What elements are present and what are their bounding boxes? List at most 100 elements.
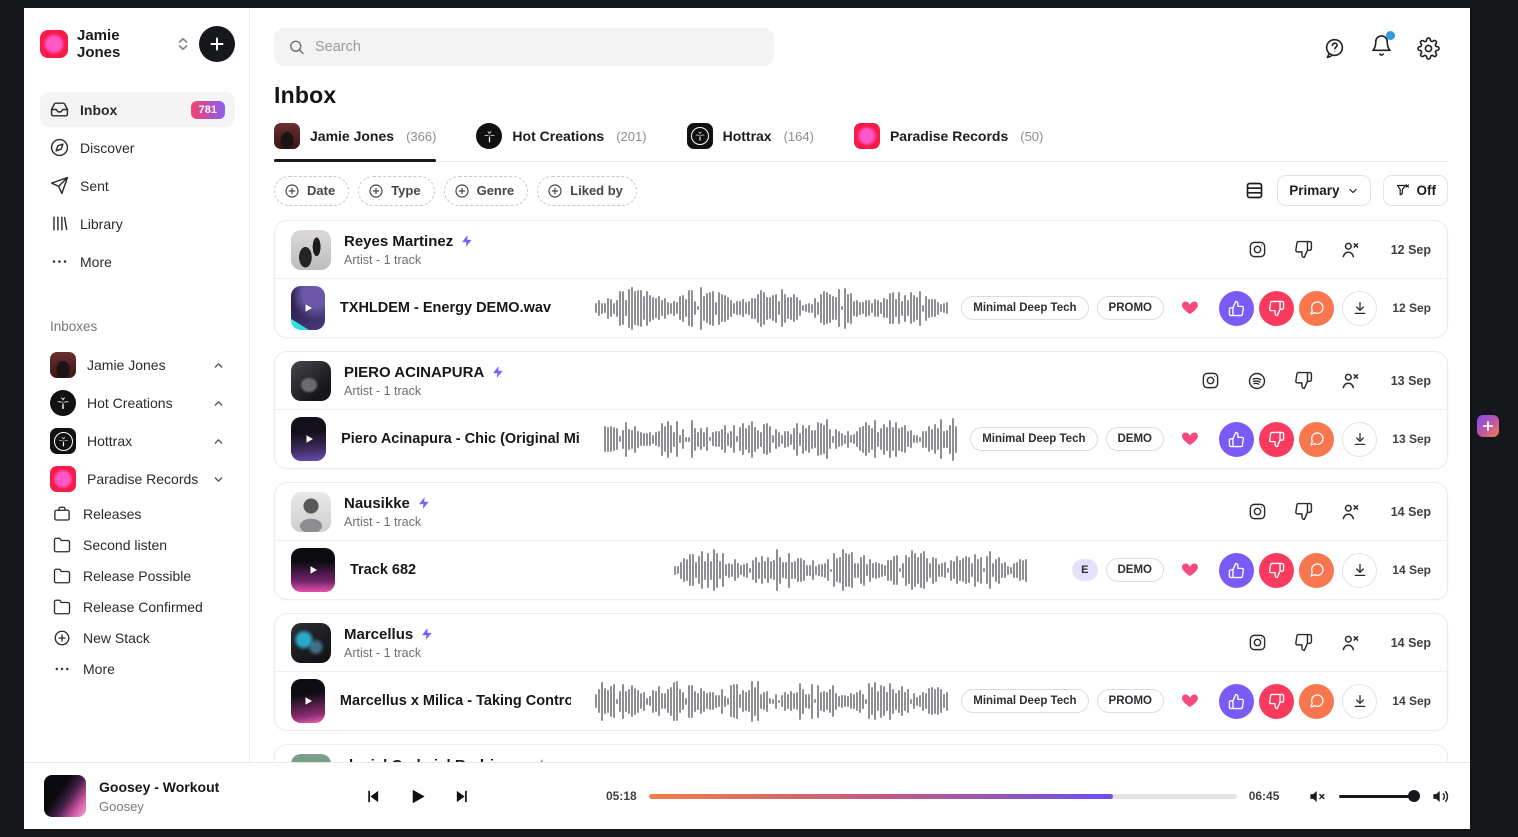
instagram-icon[interactable] bbox=[1248, 502, 1267, 521]
filter-chip-liked-by[interactable]: Liked by bbox=[537, 176, 637, 206]
next-track-button[interactable] bbox=[454, 788, 471, 805]
filter-toggle-button[interactable]: Off bbox=[1383, 175, 1449, 206]
instagram-icon[interactable] bbox=[1248, 240, 1267, 259]
sidebar-folder-releases[interactable]: Releases bbox=[40, 498, 235, 529]
dislike-button[interactable] bbox=[1259, 684, 1294, 719]
comment-button[interactable] bbox=[1299, 684, 1334, 719]
artist-avatar bbox=[291, 361, 331, 401]
heart-icon[interactable] bbox=[1180, 298, 1200, 318]
play-track-button[interactable] bbox=[291, 679, 325, 723]
sidebar-item-more[interactable]: More bbox=[40, 244, 235, 279]
like-button[interactable] bbox=[1219, 291, 1254, 326]
remove-person-icon[interactable] bbox=[1340, 502, 1360, 522]
waveform[interactable] bbox=[604, 416, 962, 462]
sort-chevrons-icon bbox=[176, 36, 190, 52]
sidebar-folder-release-possible[interactable]: Release Possible bbox=[40, 560, 235, 591]
mute-icon[interactable] bbox=[1308, 787, 1327, 806]
track-row[interactable]: Piero Acinapura - Chic (Original Mix) Mi… bbox=[275, 409, 1447, 468]
artist-row[interactable]: daniel Carbajal Rodriguez Artist - 1 tra… bbox=[275, 745, 1447, 762]
artist-row[interactable]: Nausikke Artist - 1 track 14 Sep bbox=[275, 483, 1447, 540]
download-button[interactable] bbox=[1342, 553, 1377, 588]
download-button[interactable] bbox=[1342, 422, 1377, 457]
seek-bar[interactable] bbox=[649, 794, 1237, 799]
download-button[interactable] bbox=[1342, 684, 1377, 719]
sidebar-item-discover[interactable]: Discover bbox=[40, 130, 235, 165]
waveform[interactable] bbox=[674, 547, 1032, 593]
tab-hot-creations[interactable]: Hot Creations (201) bbox=[476, 123, 646, 161]
settings-gear-icon[interactable] bbox=[1417, 37, 1440, 60]
add-button[interactable] bbox=[199, 26, 235, 62]
thumbs-down-icon[interactable] bbox=[1294, 371, 1313, 390]
volume-icon[interactable] bbox=[1431, 787, 1450, 806]
comment-button[interactable] bbox=[1299, 291, 1334, 326]
thumbs-down-icon bbox=[1268, 300, 1285, 317]
dislike-button[interactable] bbox=[1259, 553, 1294, 588]
play-icon bbox=[302, 302, 314, 314]
floating-add-button[interactable] bbox=[1477, 415, 1499, 437]
filter-chip-date[interactable]: Date bbox=[274, 176, 349, 206]
play-track-button[interactable] bbox=[291, 417, 326, 461]
download-button[interactable] bbox=[1342, 291, 1377, 326]
like-button[interactable] bbox=[1219, 684, 1254, 719]
thumbs-down-icon[interactable] bbox=[1294, 240, 1313, 259]
remove-person-icon[interactable] bbox=[1340, 240, 1360, 260]
tab-paradise-records[interactable]: Paradise Records (50) bbox=[854, 123, 1043, 161]
remove-person-icon[interactable] bbox=[1340, 633, 1360, 653]
artist-row[interactable]: Reyes Martinez Artist - 1 track 12 Sep bbox=[275, 221, 1447, 278]
previous-track-button[interactable] bbox=[364, 788, 381, 805]
track-row[interactable]: Marcellus x Milica - Taking Control (Gro… bbox=[275, 671, 1447, 730]
remove-person-icon[interactable] bbox=[1340, 371, 1360, 391]
filter-chip-genre[interactable]: Genre bbox=[444, 176, 529, 206]
track-row[interactable]: TXHLDEM - Energy DEMO.wav Minimal Deep T… bbox=[275, 278, 1447, 337]
sidebar-new-stack[interactable]: New Stack bbox=[40, 622, 235, 653]
volume-knob[interactable] bbox=[1408, 790, 1420, 802]
chevron-up-icon[interactable] bbox=[212, 435, 225, 448]
heart-icon[interactable] bbox=[1180, 429, 1200, 449]
chevron-down-icon[interactable] bbox=[212, 473, 225, 486]
chevron-up-icon[interactable] bbox=[212, 397, 225, 410]
instagram-icon[interactable] bbox=[1201, 371, 1220, 390]
comment-button[interactable] bbox=[1299, 422, 1334, 457]
artist-row[interactable]: Marcellus Artist - 1 track 14 Sep bbox=[275, 614, 1447, 671]
list-view-icon[interactable] bbox=[1244, 180, 1265, 201]
view-dropdown[interactable]: Primary bbox=[1277, 175, 1370, 206]
waveform[interactable] bbox=[595, 678, 953, 724]
artist-row[interactable]: PIERO ACINAPURA Artist - 1 track 13 Sep bbox=[275, 352, 1447, 409]
sidebar-inbox-jamie-jones[interactable]: Jamie Jones bbox=[40, 346, 235, 384]
play-track-button[interactable] bbox=[291, 286, 325, 330]
sidebar-item-sent[interactable]: Sent bbox=[40, 168, 235, 203]
sidebar-inbox-paradise-records[interactable]: Paradise Records bbox=[40, 460, 235, 498]
sidebar-inbox-hot-creations[interactable]: Hot Creations bbox=[40, 384, 235, 422]
dislike-button[interactable] bbox=[1259, 422, 1294, 457]
thumbs-down-icon[interactable] bbox=[1294, 633, 1313, 652]
track-row[interactable]: Track 682 E DEMO 14 Sep bbox=[275, 540, 1447, 599]
chevron-up-icon[interactable] bbox=[212, 359, 225, 372]
filter-chip-type[interactable]: Type bbox=[358, 176, 434, 206]
sidebar-inbox-hottrax[interactable]: Hottrax bbox=[40, 422, 235, 460]
sidebar-folder-second-listen[interactable]: Second listen bbox=[40, 529, 235, 560]
play-track-button[interactable] bbox=[291, 548, 335, 592]
help-icon[interactable] bbox=[1323, 37, 1346, 60]
sidebar-folder-release-confirmed[interactable]: Release Confirmed bbox=[40, 591, 235, 622]
comment-button[interactable] bbox=[1299, 553, 1334, 588]
like-button[interactable] bbox=[1219, 422, 1254, 457]
heart-icon[interactable] bbox=[1180, 691, 1200, 711]
tab-jamie-jones[interactable]: Jamie Jones (366) bbox=[274, 123, 436, 161]
search-input[interactable] bbox=[315, 39, 760, 55]
dislike-button[interactable] bbox=[1259, 291, 1294, 326]
sidebar-item-library[interactable]: Library bbox=[40, 206, 235, 241]
workspace-switcher[interactable]: Jamie Jones bbox=[40, 26, 235, 62]
sidebar-item-inbox[interactable]: Inbox 781 bbox=[40, 92, 235, 127]
artist-name: Reyes Martinez bbox=[344, 233, 453, 250]
heart-icon[interactable] bbox=[1180, 560, 1200, 580]
play-button[interactable] bbox=[408, 787, 427, 806]
tab-hottrax[interactable]: Hottrax (164) bbox=[687, 123, 814, 161]
instagram-icon[interactable] bbox=[1248, 633, 1267, 652]
like-button[interactable] bbox=[1219, 553, 1254, 588]
sidebar-folder-more[interactable]: More bbox=[40, 653, 235, 684]
volume-slider[interactable] bbox=[1339, 795, 1419, 798]
waveform[interactable] bbox=[595, 285, 953, 331]
search-bar[interactable] bbox=[274, 28, 774, 66]
thumbs-down-icon[interactable] bbox=[1294, 502, 1313, 521]
spotify-icon[interactable] bbox=[1247, 371, 1267, 391]
